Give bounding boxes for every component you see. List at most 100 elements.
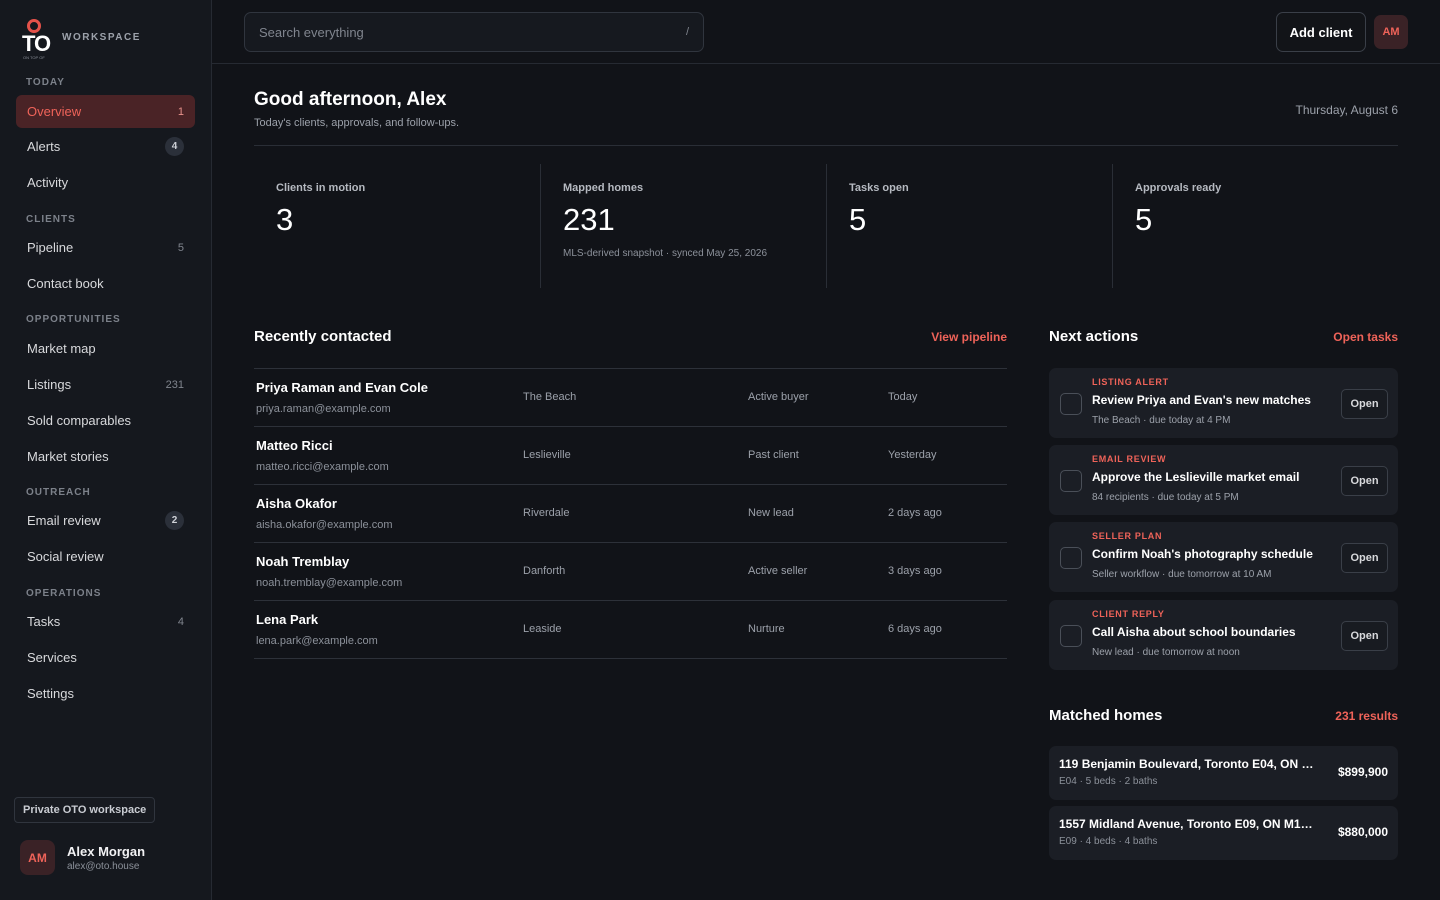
results-link[interactable]: 231 results: [1280, 709, 1398, 723]
divider: [254, 145, 1398, 146]
matched-homes-title: Matched homes: [1049, 707, 1163, 724]
contact-status: Active buyer: [748, 391, 809, 403]
sidebar-item-activity[interactable]: Activity: [16, 166, 195, 199]
sidebar-item-count: 1: [177, 105, 184, 118]
open-button[interactable]: Open: [1341, 389, 1388, 419]
sidebar-item-settings[interactable]: Settings: [16, 677, 195, 710]
recently-contacted-title: Recently contacted: [254, 328, 392, 345]
brand[interactable]: TO ON TOP OF WORKSPACE: [22, 18, 139, 60]
section-outreach: OUTREACH: [26, 487, 91, 498]
contact-last-contacted: 6 days ago: [888, 623, 942, 635]
sidebar-item-badge: 4: [165, 137, 184, 156]
sidebar-item-label: Sold comparables: [27, 413, 132, 428]
action-title: Call Aisha about school boundaries: [1092, 625, 1296, 639]
stat-label: Tasks open: [849, 182, 909, 194]
task-checkbox[interactable]: [1060, 625, 1082, 647]
sidebar-item-badge: 2: [165, 511, 184, 530]
contact-status: Active seller: [748, 565, 808, 577]
sidebar-item-market-map[interactable]: Market map: [16, 332, 195, 365]
action-title: Review Priya and Evan's new matches: [1092, 393, 1311, 407]
sidebar-item-email-review[interactable]: Email review 2: [16, 504, 195, 537]
action-card: CLIENT REPLY Call Aisha about school bou…: [1049, 600, 1398, 670]
table-row[interactable]: Matteo Ricci matteo.ricci@example.com Le…: [254, 427, 1007, 485]
section-opportunities: OPPORTUNITIES: [26, 314, 121, 325]
stat-tasks-open: Tasks open 5: [826, 164, 1112, 288]
open-button[interactable]: Open: [1341, 543, 1388, 573]
table-row[interactable]: Aisha Okafor aisha.okafor@example.com Ri…: [254, 485, 1007, 543]
contact-email: lena.park@example.com: [256, 635, 378, 647]
next-actions-title: Next actions: [1049, 328, 1139, 345]
home-card[interactable]: 1557 Midland Avenue, Toronto E09, ON M1P…: [1049, 806, 1398, 860]
open-button[interactable]: Open: [1341, 466, 1388, 496]
sidebar-item-overview[interactable]: Overview 1: [16, 95, 195, 128]
sidebar-item-alerts[interactable]: Alerts 4: [16, 130, 195, 163]
contact-last-contacted: 2 days ago: [888, 507, 942, 519]
contact-last-contacted: Yesterday: [888, 449, 937, 461]
open-button[interactable]: Open: [1341, 621, 1388, 651]
stat-clients-in-motion: Clients in motion 3: [254, 164, 540, 288]
table-row[interactable]: Priya Raman and Evan Cole priya.raman@ex…: [254, 369, 1007, 427]
stat-approvals-ready: Approvals ready 5: [1112, 164, 1398, 288]
recent-contacts-table: Priya Raman and Evan Cole priya.raman@ex…: [254, 368, 1007, 659]
action-tag: CLIENT REPLY: [1092, 609, 1165, 619]
stat-label: Mapped homes: [563, 182, 644, 194]
stat-note: MLS-derived snapshot · synced May 25, 20…: [563, 248, 767, 259]
search-input[interactable]: [259, 24, 686, 40]
contact-email: aisha.okafor@example.com: [256, 519, 393, 531]
topbar: / Add client AM: [212, 0, 1440, 64]
view-pipeline-link[interactable]: View pipeline: [880, 330, 1007, 344]
add-client-button[interactable]: Add client: [1276, 12, 1366, 52]
task-checkbox[interactable]: [1060, 470, 1082, 492]
action-tag: EMAIL REVIEW: [1092, 454, 1167, 464]
sidebar-item-social-review[interactable]: Social review: [16, 540, 195, 573]
home-price: $899,900: [1337, 765, 1388, 779]
brand-label: WORKSPACE: [62, 32, 141, 43]
table-row[interactable]: Lena Park lena.park@example.com Leaside …: [254, 601, 1007, 659]
sidebar-item-label: Settings: [27, 686, 74, 701]
home-price: $880,000: [1337, 825, 1388, 839]
contact-name: Priya Raman and Evan Cole: [256, 380, 428, 395]
sidebar-item-label: Tasks: [27, 614, 61, 629]
sidebar-item-label: Social review: [27, 549, 104, 564]
page-title: Good afternoon, Alex: [254, 89, 447, 110]
section-operations: OPERATIONS: [26, 588, 102, 599]
contact-email: priya.raman@example.com: [256, 403, 391, 415]
contact-area: Riverdale: [523, 507, 570, 519]
contact-last-contacted: 3 days ago: [888, 565, 942, 577]
sidebar-item-label: Market map: [27, 341, 96, 356]
action-meta: The Beach · due today at 4 PM: [1092, 415, 1231, 426]
user-card[interactable]: AM Alex Morgan alex@oto.house: [20, 840, 145, 875]
contact-status: New lead: [748, 507, 794, 519]
sidebar-item-contact-book[interactable]: Contact book: [16, 267, 195, 300]
contact-name: Lena Park: [256, 612, 319, 627]
task-checkbox[interactable]: [1060, 393, 1082, 415]
home-meta: E04 · 5 beds · 2 baths: [1059, 776, 1158, 787]
contact-last-contacted: Today: [888, 391, 918, 403]
account-avatar[interactable]: AM: [1374, 15, 1408, 49]
action-meta: New lead · due tomorrow at noon: [1092, 647, 1240, 658]
sidebar-item-services[interactable]: Services: [16, 641, 195, 674]
contact-status: Nurture: [748, 623, 785, 635]
sidebar-item-label: Overview: [27, 104, 82, 119]
sidebar-item-label: Market stories: [27, 449, 109, 464]
private-workspace-tag[interactable]: Private OTO workspace: [14, 797, 156, 823]
task-checkbox[interactable]: [1060, 547, 1082, 569]
sidebar-item-listings[interactable]: Listings 231: [16, 368, 195, 401]
current-date: Thursday, August 6: [1295, 103, 1398, 117]
table-row[interactable]: Noah Tremblay noah.tremblay@example.com …: [254, 543, 1007, 601]
open-tasks-link[interactable]: Open tasks: [1280, 330, 1398, 344]
sidebar-item-label: Listings: [27, 377, 72, 392]
action-meta: 84 recipients · due today at 5 PM: [1092, 492, 1239, 503]
sidebar-item-pipeline[interactable]: Pipeline 5: [16, 231, 195, 264]
contact-area: Leslieville: [523, 449, 571, 461]
sidebar-item-tasks[interactable]: Tasks 4: [16, 605, 195, 638]
contact-name: Aisha Okafor: [256, 496, 337, 511]
home-card[interactable]: 119 Benjamin Boulevard, Toronto E04, ON …: [1049, 746, 1398, 800]
sidebar-item-market-stories[interactable]: Market stories: [16, 440, 195, 473]
action-card: LISTING ALERT Review Priya and Evan's ne…: [1049, 368, 1398, 438]
search-shortcut-hint: /: [685, 26, 689, 38]
contact-name: Noah Tremblay: [256, 554, 350, 569]
search-box[interactable]: /: [244, 12, 704, 52]
sidebar-item-sold-comparables[interactable]: Sold comparables: [16, 404, 195, 437]
sidebar-item-label: Email review: [27, 513, 101, 528]
